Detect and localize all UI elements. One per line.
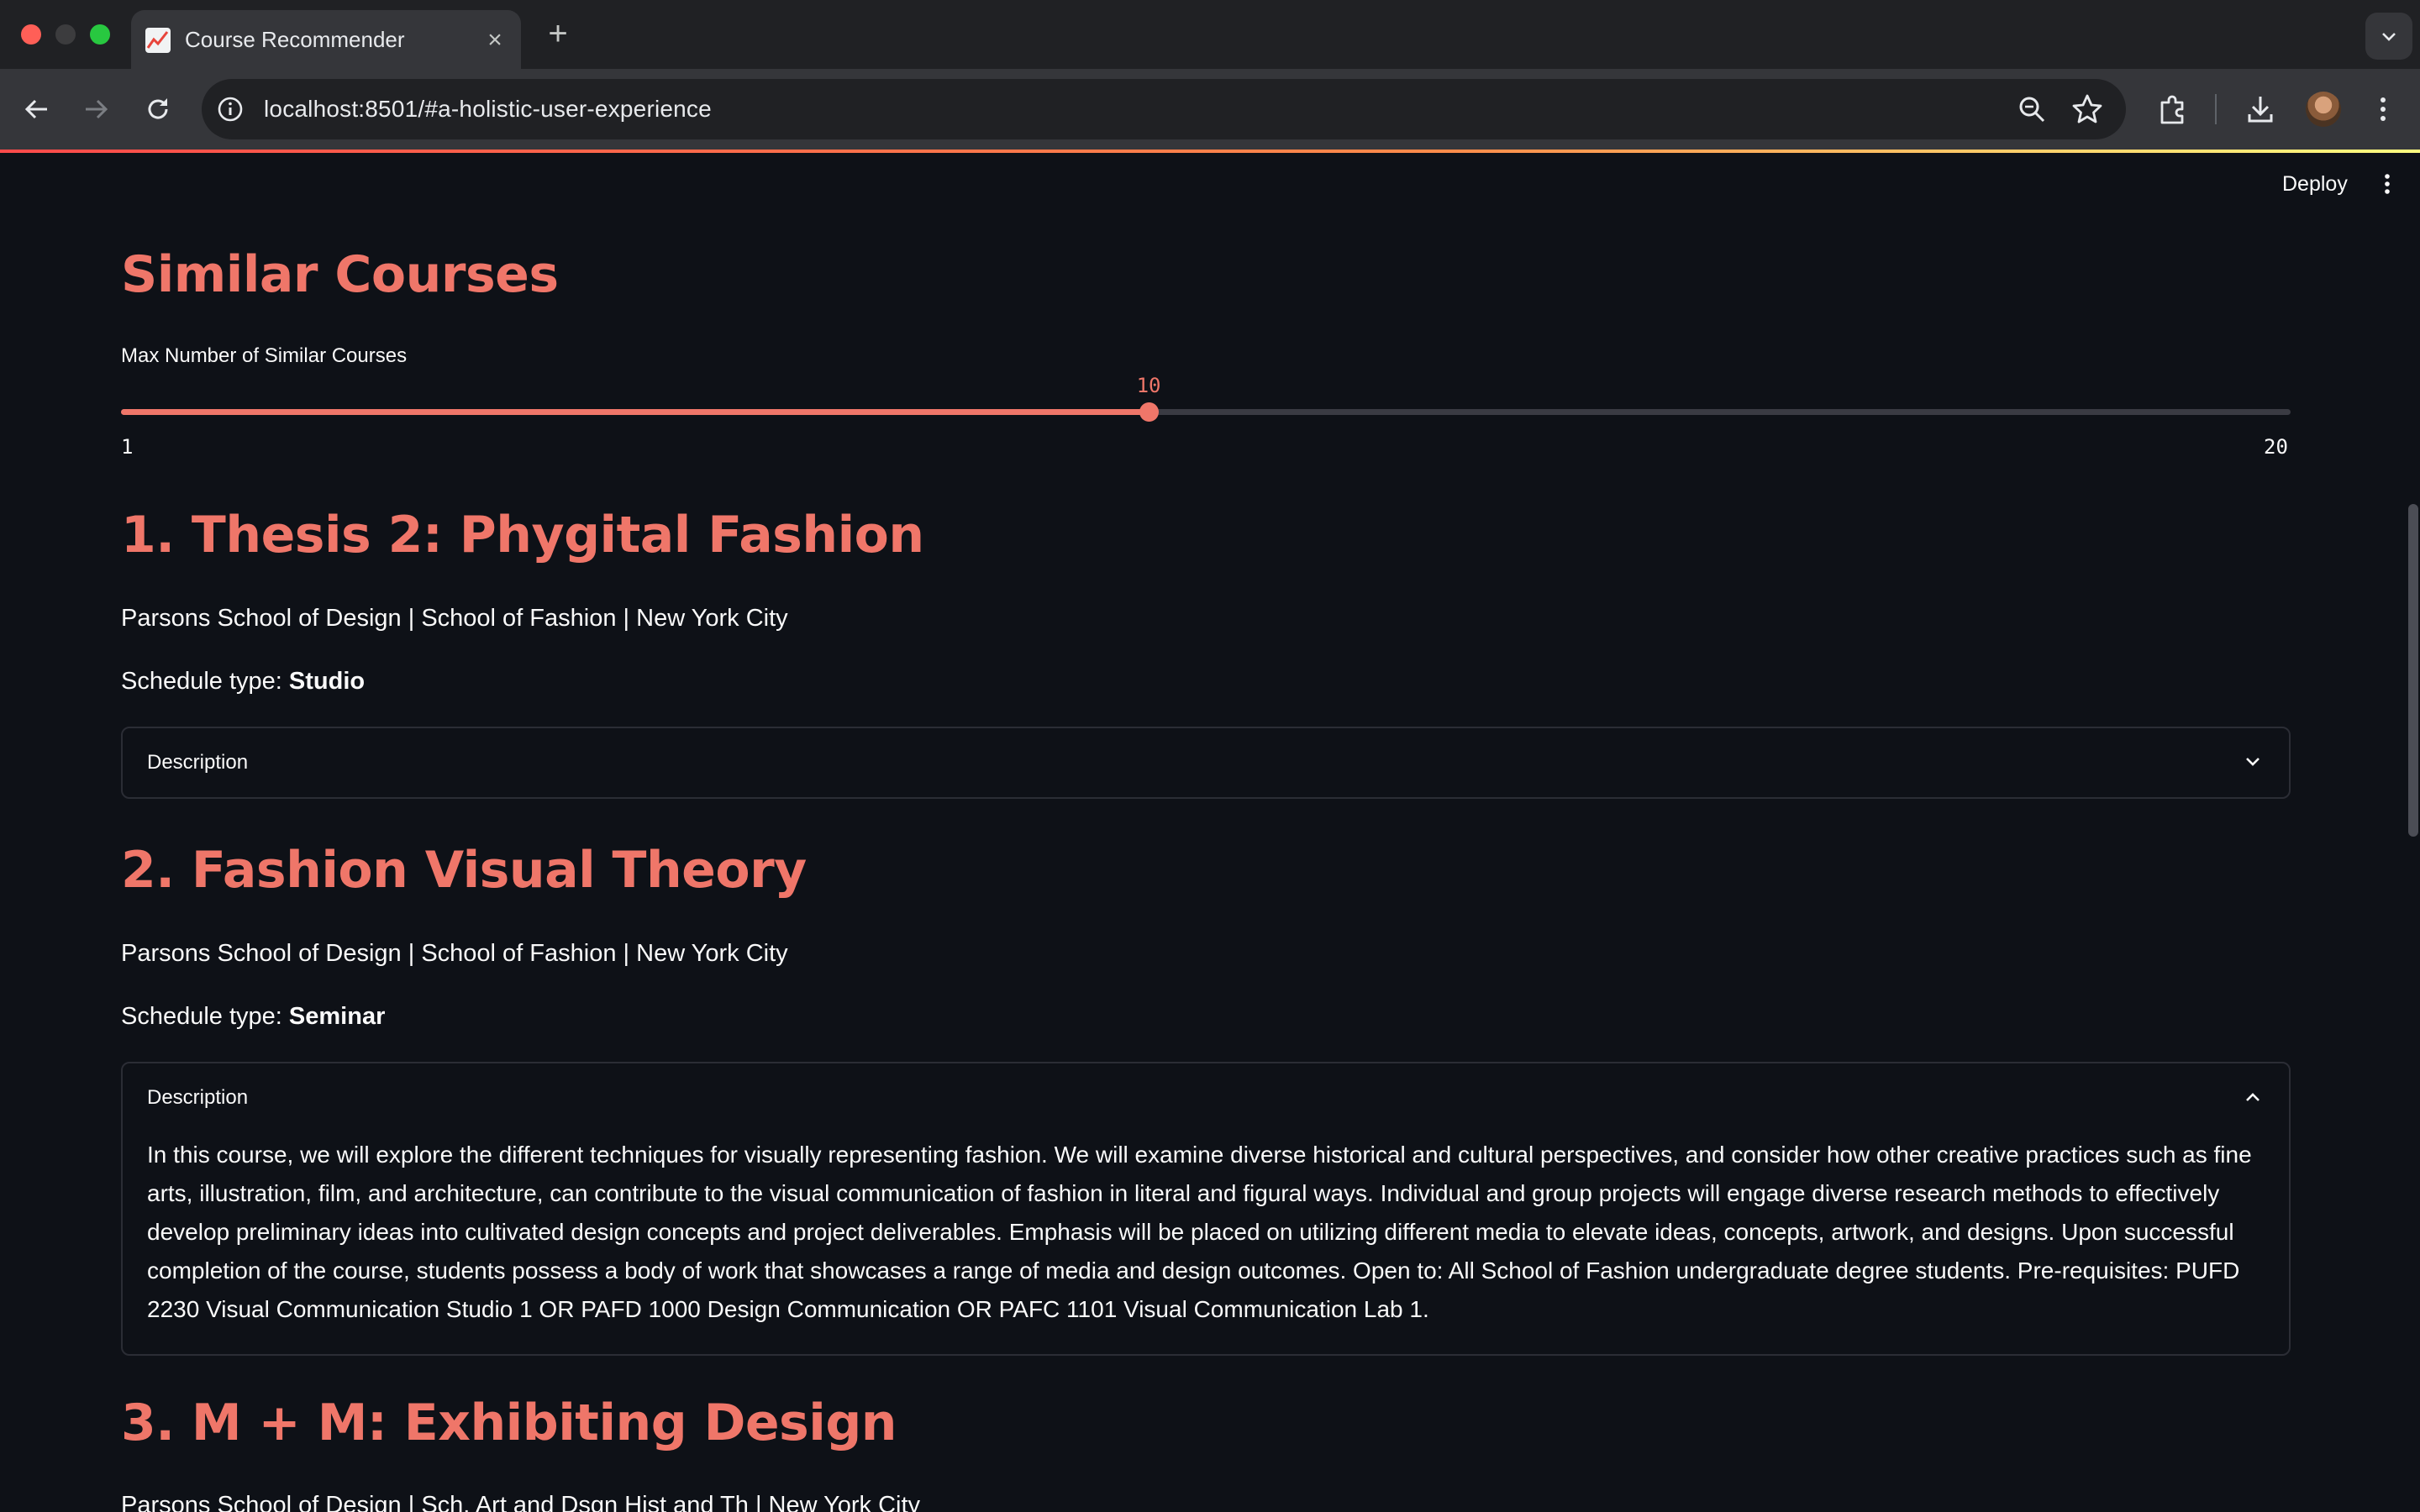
profile-avatar[interactable] (2306, 92, 2341, 127)
slider-fill (121, 409, 1150, 415)
reload-icon[interactable] (139, 91, 176, 128)
toolbar-separator (2215, 94, 2217, 124)
chevron-down-icon (2382, 33, 2396, 41)
schedule-value: Seminar (288, 1003, 386, 1030)
app-decoration-bar (0, 150, 2420, 153)
more-vert-icon[interactable] (2365, 91, 2402, 128)
page-title: Similar Courses (121, 245, 559, 304)
tab-search-button[interactable] (2365, 13, 2412, 60)
course-meta: Parsons School of Design | Sch. Art and … (121, 1492, 921, 1512)
forward-icon[interactable] (77, 91, 114, 128)
slider-track[interactable] (121, 409, 2291, 415)
slider-max-label: 20 (2264, 435, 2288, 459)
download-icon[interactable] (2242, 91, 2279, 128)
bookmark-star-icon[interactable] (2069, 91, 2106, 128)
expander-label: Description (147, 1086, 249, 1109)
url-text[interactable]: localhost:8501/#a-holistic-user-experien… (264, 79, 712, 139)
course-meta: Parsons School of Design | School of Fas… (121, 605, 788, 632)
window-minimize-button[interactable] (55, 24, 76, 45)
chevron-down-icon (2246, 758, 2260, 766)
browser-tab-strip: Course Recommender × + (0, 0, 2420, 69)
slider-label: Max Number of Similar Courses (121, 344, 408, 367)
expander-header[interactable]: Description (123, 1063, 2289, 1132)
course-meta: Parsons School of Design | School of Fas… (121, 940, 788, 967)
description-expander[interactable]: Description (121, 727, 2291, 799)
window-close-button[interactable] (21, 24, 41, 45)
schedule-prefix: Schedule type: (121, 1003, 289, 1030)
tab-title: Course Recommender (185, 27, 405, 52)
schedule-value: Studio (288, 668, 366, 695)
new-tab-plus-icon[interactable]: + (541, 17, 575, 50)
slider-current-value: 10 (1136, 374, 1161, 397)
app-menu-icon[interactable] (2375, 171, 2400, 197)
description-expander[interactable]: Description In this course, we will expl… (121, 1062, 2291, 1356)
extensions-icon[interactable] (2154, 91, 2191, 128)
back-icon[interactable] (18, 91, 55, 128)
zoom-icon[interactable] (2013, 91, 2050, 128)
slider-thumb[interactable] (1139, 402, 1159, 422)
chevron-up-icon (2246, 1093, 2260, 1101)
course-description: In this course, we will explore the diff… (147, 1142, 2252, 1322)
site-info-icon[interactable] (215, 94, 245, 124)
browser-tab-active[interactable]: Course Recommender × (131, 10, 521, 69)
schedule-prefix: Schedule type: (121, 668, 289, 695)
course-title: 2. Fashion Visual Theory (121, 841, 807, 900)
course-title: 1. Thesis 2: Phygital Fashion (121, 506, 924, 564)
deploy-button[interactable]: Deploy (2269, 168, 2361, 200)
expander-label: Description (147, 751, 249, 774)
chart-favicon-icon (145, 28, 171, 53)
page-scrollbar[interactable] (2408, 504, 2418, 837)
slider-min-label: 1 (121, 435, 134, 459)
course-schedule: Schedule type: Seminar (121, 1003, 385, 1031)
tab-close-icon[interactable]: × (482, 28, 508, 54)
window-maximize-button[interactable] (90, 24, 110, 45)
course-title: 3. M + M: Exhibiting Design (121, 1394, 897, 1452)
expander-header[interactable]: Description (123, 728, 2289, 797)
course-schedule: Schedule type: Studio (121, 668, 365, 696)
